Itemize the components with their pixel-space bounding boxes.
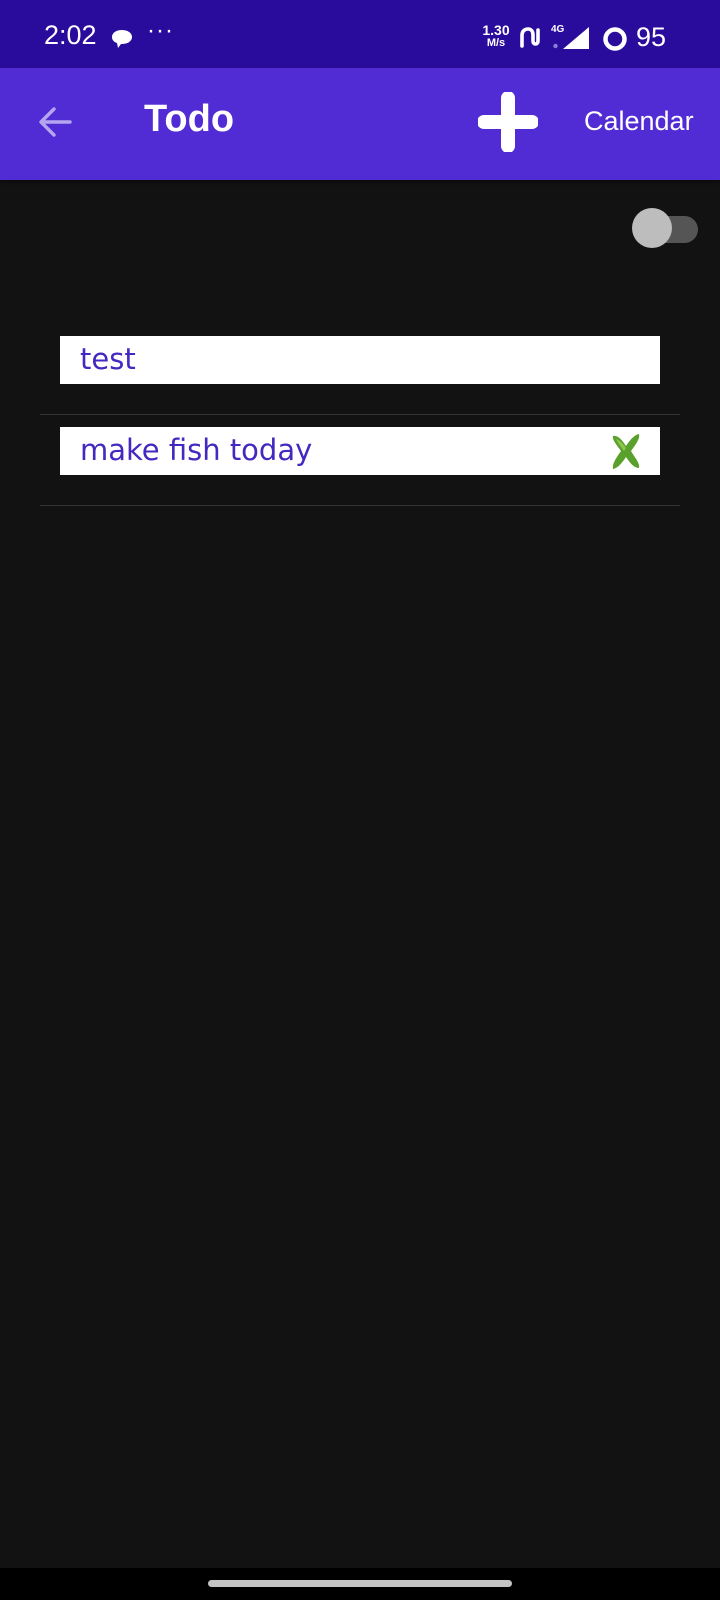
plus-icon [477,91,539,153]
chat-bubble-icon [112,30,132,48]
battery-level: 95 [636,22,667,52]
todo-item-box: test [60,336,660,384]
network-loop-icon [520,27,540,48]
app-bar: Todo Calendar [0,68,720,180]
back-arrow-icon [39,107,72,137]
list-item[interactable]: test [40,324,680,415]
todo-item-box: make fish today [60,427,660,475]
back-button[interactable] [28,94,84,150]
toggle-switch[interactable] [632,208,700,248]
signal-icon [553,27,589,49]
network-speed-unit: M/s [486,37,506,49]
todo-item-text: make fish today [80,433,313,467]
green-x-mark-icon[interactable] [606,431,646,471]
todo-item-text: test [80,342,136,376]
more-dots-icon: ··· [147,17,174,44]
status-time: 2:02 [44,20,97,50]
home-indicator[interactable] [208,1580,512,1587]
list-item[interactable]: make fish today [40,415,680,506]
add-todo-button[interactable] [477,91,539,153]
status-bar: 2:02 ··· 1.30 M/s 4G 95 [0,0,720,68]
network-speed-value: 1.30 [482,22,510,38]
calendar-button[interactable]: Calendar [584,106,694,137]
page-title: Todo [144,98,235,140]
network-speed: 1.30 M/s [478,22,514,50]
toggle-thumb [632,208,672,248]
navigation-bar [0,1568,720,1600]
battery-ring-icon [603,27,627,51]
todo-list: test make fish today [40,324,680,506]
todo-screen: 2:02 ··· 1.30 M/s 4G 95 Todo Calendar te… [0,0,720,1600]
